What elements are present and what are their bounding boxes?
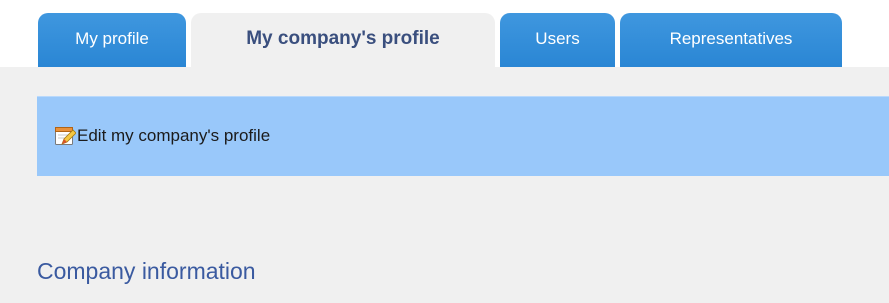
tab-my-profile[interactable]: My profile bbox=[38, 13, 186, 67]
action-bar: Edit my company's profile bbox=[37, 96, 889, 176]
tab-representatives[interactable]: Representatives bbox=[620, 13, 842, 67]
edit-company-profile-label: Edit my company's profile bbox=[77, 126, 271, 145]
edit-company-profile-link[interactable]: Edit my company's profile bbox=[54, 125, 270, 147]
tab-bar: My profile My company's profile Users Re… bbox=[0, 0, 889, 67]
tab-my-company-profile[interactable]: My company's profile bbox=[191, 13, 495, 67]
tab-content-panel: Edit my company's profile Company inform… bbox=[0, 67, 889, 303]
section-title-company-information: Company information bbox=[37, 258, 256, 284]
tab-users[interactable]: Users bbox=[500, 13, 615, 67]
edit-profile-icon bbox=[54, 125, 77, 147]
